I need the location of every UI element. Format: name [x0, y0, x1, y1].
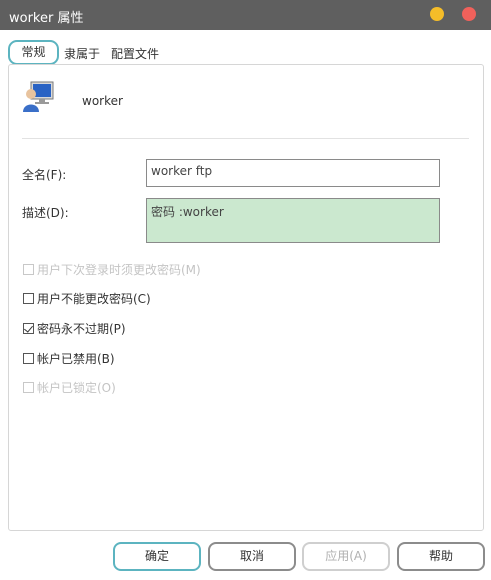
tab-general[interactable]: 常规 — [8, 40, 59, 65]
window-title: worker 属性 — [9, 11, 84, 26]
cannot-change-password-checkbox[interactable]: 用户不能更改密码(C) — [23, 290, 151, 306]
user-computer-icon — [23, 81, 54, 112]
checkbox-label: 用户不能更改密码(C) — [37, 291, 151, 306]
tab-member-of[interactable]: 隶属于 — [64, 45, 100, 62]
checkbox-box[interactable] — [23, 381, 34, 393]
checkbox-box[interactable] — [23, 352, 34, 364]
password-never-expires-checkbox[interactable]: 密码永不过期(P) — [23, 320, 126, 336]
description-label: 描述(D): — [22, 206, 69, 220]
ok-button[interactable]: 确定 — [113, 542, 201, 571]
must-change-password-checkbox[interactable]: 用户下次登录时须更改密码(M) — [23, 261, 201, 277]
username-label: worker — [82, 94, 123, 108]
checkbox-label: 帐户已禁用(B) — [37, 351, 115, 366]
account-locked-checkbox[interactable]: 帐户已锁定(O) — [23, 379, 116, 395]
minimize-button[interactable] — [430, 7, 444, 21]
checkbox-label: 密码永不过期(P) — [37, 321, 126, 336]
description-field[interactable]: 密码 :worker — [146, 198, 440, 243]
cancel-button[interactable]: 取消 — [208, 542, 296, 571]
help-button[interactable]: 帮助 — [397, 542, 485, 571]
close-button[interactable] — [462, 7, 476, 21]
checkbox-label: 用户下次登录时须更改密码(M) — [37, 262, 201, 277]
account-disabled-checkbox[interactable]: 帐户已禁用(B) — [23, 350, 115, 366]
fullname-label: 全名(F): — [22, 168, 67, 182]
checkbox-label: 帐户已锁定(O) — [37, 380, 116, 395]
checkbox-box[interactable] — [23, 292, 34, 304]
checkbox-box[interactable] — [23, 263, 34, 275]
divider — [22, 138, 469, 139]
checkbox-box[interactable] — [23, 322, 34, 334]
title-bar: worker 属性 — [0, 0, 491, 30]
apply-button[interactable]: 应用(A) — [302, 542, 390, 571]
tab-profile[interactable]: 配置文件 — [111, 45, 159, 62]
fullname-field[interactable]: worker ftp — [146, 159, 440, 187]
